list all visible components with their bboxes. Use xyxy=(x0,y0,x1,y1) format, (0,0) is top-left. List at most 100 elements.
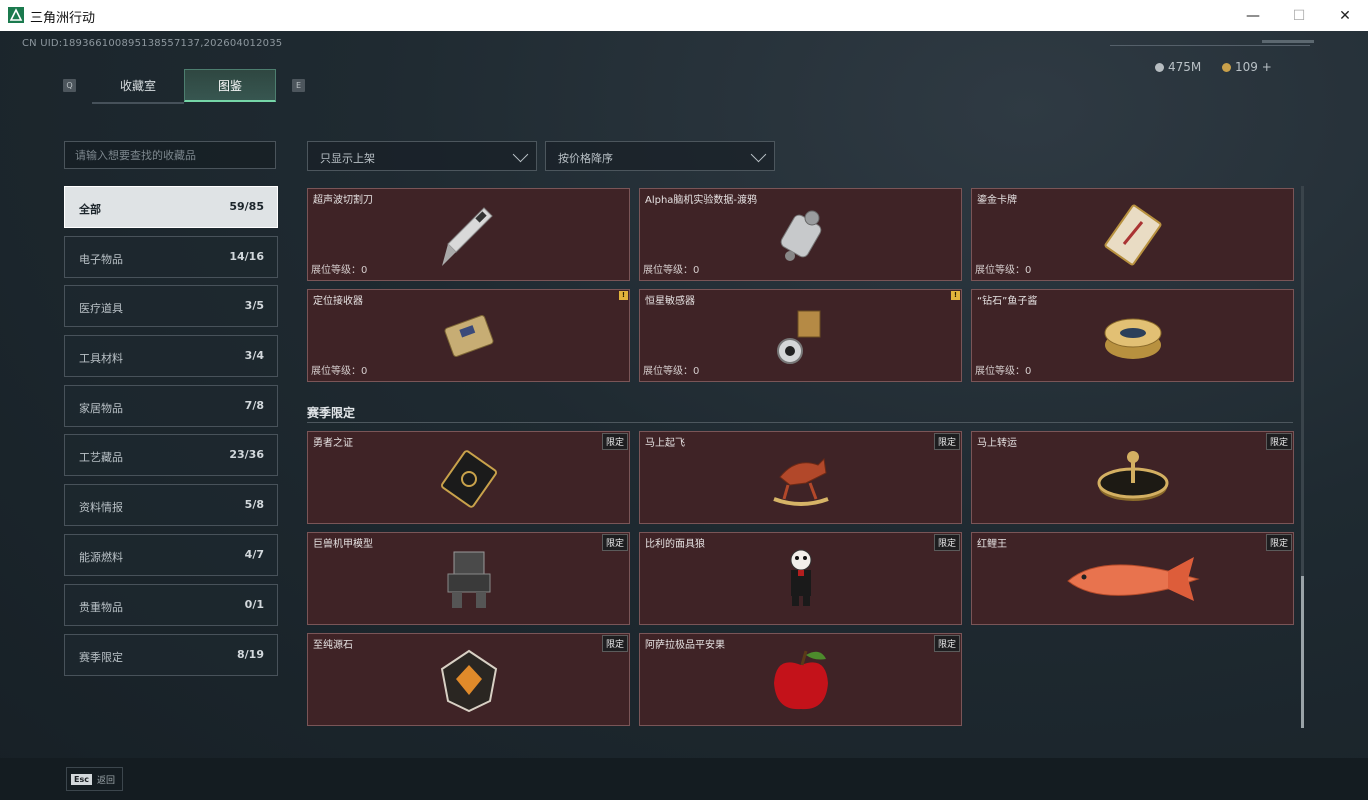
limited-badge: 限定 xyxy=(601,635,628,652)
limited-badge: 限定 xyxy=(933,433,960,450)
category-label: 赛季限定 xyxy=(79,651,123,664)
user-uid: CN UID:1893661008951385571​37,2026040120… xyxy=(22,38,283,49)
currency-tokens-value: 109 + xyxy=(1235,60,1272,74)
sort-dropdown[interactable]: 按价格降序 xyxy=(545,141,775,171)
category-valuables[interactable]: 贵重物品 0/1 xyxy=(64,584,278,626)
limited-badge: 限定 xyxy=(933,635,960,652)
esc-key-icon: Esc xyxy=(71,773,92,785)
puppet-icon xyxy=(790,549,811,606)
category-label: 医疗道具 xyxy=(79,302,123,315)
category-label: 能源燃料 xyxy=(79,551,123,564)
item-name: 红鲤王 xyxy=(977,539,1007,550)
limited-badge: 限定 xyxy=(1265,534,1292,551)
item-name: 巨兽机甲模型 xyxy=(313,539,373,550)
currency-coins-value: 475M xyxy=(1168,60,1202,74)
category-count: 0/1 xyxy=(244,598,264,611)
category-energy[interactable]: 能源燃料 4/7 xyxy=(64,534,278,576)
category-label: 贵重物品 xyxy=(79,601,123,614)
category-season-limited[interactable]: 赛季限定 8/19 xyxy=(64,634,278,676)
item-card[interactable]: 鎏金卡牌 展位等级：0 xyxy=(971,188,1294,281)
key-hint-q: Q xyxy=(63,79,76,92)
item-card[interactable]: 超声波切割刀 展位等级：0 xyxy=(307,188,630,281)
season-item-card[interactable]: 巨兽机甲模型 限定 xyxy=(307,532,630,625)
badge-card-icon xyxy=(440,449,497,508)
category-medical[interactable]: 医疗道具 3/5 xyxy=(64,285,278,327)
item-name: 马上起飞 xyxy=(645,438,685,449)
item-name: “钻石”鱼子酱 xyxy=(977,296,1038,307)
category-label: 电子物品 xyxy=(79,253,123,266)
item-level: 展位等级：0 xyxy=(975,265,1032,276)
item-name: 比利的面具狼 xyxy=(645,539,705,550)
item-name: 马上转运 xyxy=(977,438,1017,449)
season-item-card[interactable]: 马上转运 限定 xyxy=(971,431,1294,524)
apple-icon xyxy=(773,650,828,709)
item-name: 超声波切割刀 xyxy=(313,195,373,206)
limited-badge: 限定 xyxy=(601,534,628,551)
category-label: 全部 xyxy=(79,203,101,216)
limited-badge: 限定 xyxy=(1265,433,1292,450)
season-item-card[interactable]: 马上起飞 限定 xyxy=(639,431,962,524)
window-title: 三角洲行动 xyxy=(30,11,96,26)
back-label: 返回 xyxy=(96,775,115,786)
category-all[interactable]: 全部 59/85 xyxy=(64,186,278,228)
season-item-card[interactable]: 红鲤王 限定 xyxy=(971,532,1294,625)
category-count: 59/85 xyxy=(229,200,264,213)
item-level: 展位等级：0 xyxy=(643,265,700,276)
sensor-icon xyxy=(776,310,820,364)
window-title-bar: 三角洲行动 — ☐ ✕ xyxy=(0,0,1368,32)
mech-model-icon xyxy=(447,551,490,608)
coin-icon xyxy=(1155,62,1164,72)
warning-icon: ! xyxy=(619,291,628,300)
currency-coins: 475M xyxy=(1155,60,1201,74)
caviar-icon xyxy=(1104,318,1161,359)
category-count: 3/5 xyxy=(244,299,264,312)
close-button[interactable]: ✕ xyxy=(1322,0,1368,31)
horse-dial-icon xyxy=(1097,450,1168,501)
app-logo-icon xyxy=(8,7,24,23)
item-card[interactable]: 定位接收器 ! 展位等级：0 xyxy=(307,289,630,382)
section-divider xyxy=(307,422,1293,423)
maximize-button[interactable]: ☐ xyxy=(1276,0,1322,31)
category-count: 3/4 xyxy=(244,349,264,362)
shelf-filter-value: 只显示上架 xyxy=(320,152,375,165)
carp-icon xyxy=(1066,556,1200,601)
item-card[interactable]: Alpha脑机实验数据-渡鸦 展位等级：0 xyxy=(639,188,962,281)
item-name: 恒星敏感器 xyxy=(645,296,695,307)
item-card[interactable]: “钻石”鱼子酱 展位等级：0 xyxy=(971,289,1294,382)
sort-value: 按价格降序 xyxy=(558,152,613,165)
season-item-card[interactable]: 勇者之证 限定 xyxy=(307,431,630,524)
data-device-icon xyxy=(780,210,821,261)
season-item-card[interactable]: 比利的面具狼 限定 xyxy=(639,532,962,625)
gem-icon xyxy=(440,649,497,712)
bottom-bar: Esc 返回 xyxy=(0,758,1368,800)
tab-collection-room[interactable]: 收藏室 xyxy=(92,69,184,104)
category-intel[interactable]: 资料情报 5/8 xyxy=(64,484,278,526)
category-count: 7/8 xyxy=(244,399,264,412)
category-count: 14/16 xyxy=(229,250,264,263)
search-input[interactable] xyxy=(65,142,275,168)
category-tools[interactable]: 工具材料 3/4 xyxy=(64,335,278,377)
category-household[interactable]: 家居物品 7/8 xyxy=(64,385,278,427)
item-name: 定位接收器 xyxy=(313,296,363,307)
item-name: 鎏金卡牌 xyxy=(977,195,1017,206)
category-electronics[interactable]: 电子物品 14/16 xyxy=(64,236,278,278)
card-icon xyxy=(1104,204,1161,265)
season-item-card[interactable]: 至纯源石 限定 xyxy=(307,633,630,726)
back-button[interactable]: Esc 返回 xyxy=(66,767,123,791)
search-box xyxy=(64,141,276,169)
minimize-button[interactable]: — xyxy=(1230,0,1276,31)
shelf-filter-dropdown[interactable]: 只显示上架 xyxy=(307,141,537,171)
knife-icon xyxy=(441,206,493,266)
category-crafts[interactable]: 工艺藏品 23/36 xyxy=(64,434,278,476)
section-title: 赛季限定 xyxy=(307,406,356,420)
scrollbar-thumb[interactable] xyxy=(1301,576,1304,728)
item-level: 展位等级：0 xyxy=(311,265,368,276)
limited-badge: 限定 xyxy=(601,433,628,450)
tab-catalog[interactable]: 图鉴 xyxy=(184,69,276,102)
season-item-card[interactable]: 阿萨拉极品平安果 限定 xyxy=(639,633,962,726)
currency-tokens[interactable]: 109 + xyxy=(1222,60,1272,74)
category-label: 工艺藏品 xyxy=(79,451,123,464)
category-label: 资料情报 xyxy=(79,501,123,514)
rocking-horse-icon xyxy=(772,457,829,506)
item-card[interactable]: 恒星敏感器 ! 展位等级：0 xyxy=(639,289,962,382)
